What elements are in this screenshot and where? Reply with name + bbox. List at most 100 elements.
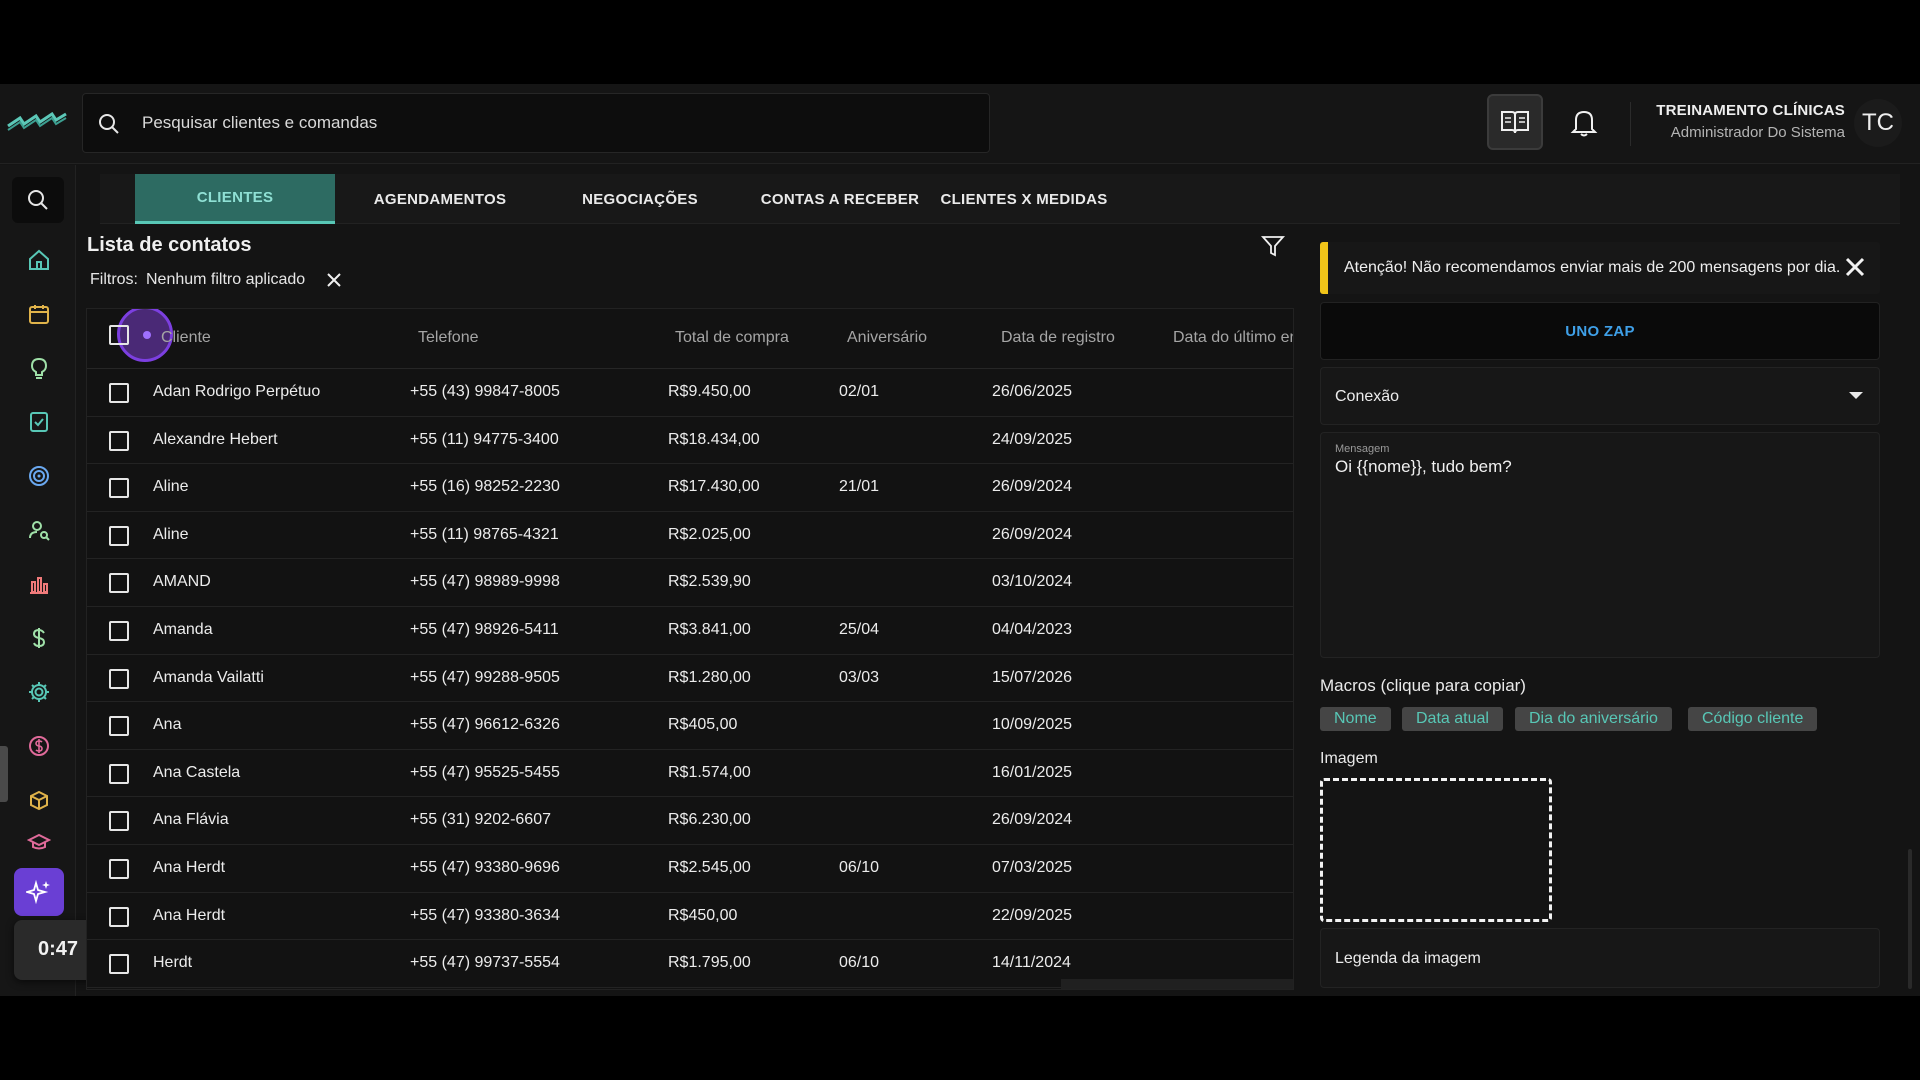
- message-value[interactable]: Oi {{nome}}, tudo bem?: [1335, 457, 1512, 477]
- tab-agendamentos[interactable]: AGENDAMENTOS: [340, 174, 540, 224]
- recording-timer: 0:47: [38, 938, 79, 960]
- column-header-aniversario[interactable]: Aniversário: [847, 329, 927, 347]
- sidebar-item-tasks[interactable]: [22, 405, 56, 439]
- column-header-total[interactable]: Total de compra: [675, 329, 789, 347]
- column-header-telefone[interactable]: Telefone: [418, 329, 479, 347]
- macro-chip-nome[interactable]: Nome: [1320, 707, 1391, 731]
- row-checkbox[interactable]: [109, 811, 129, 832]
- table-row[interactable]: Ana +55 (47) 96612-6326 R$405,00 10/09/2025: [87, 702, 1293, 750]
- cell-total: R$2.025,00: [668, 525, 751, 543]
- cell-total: R$1.795,00: [668, 954, 751, 972]
- row-checkbox[interactable]: [109, 668, 129, 689]
- macros-title: Macros (clique para copiar): [1320, 676, 1526, 695]
- column-header-data-registro[interactable]: Data de registro: [1001, 329, 1115, 347]
- table-row[interactable]: Ana Castela +55 (47) 95525-5455 R$1.574,00…: [87, 750, 1293, 798]
- macro-chip-codigo-cliente[interactable]: Código cliente: [1688, 707, 1818, 731]
- sidebar-item-clients[interactable]: [22, 513, 56, 547]
- row-checkbox[interactable]: [109, 954, 129, 975]
- table-row[interactable]: Adan Rodrigo Perpétuo +55 (43) 99847-8005…: [87, 369, 1293, 417]
- cell-registered: 26/09/2024: [992, 811, 1073, 829]
- sidebar-item-finance[interactable]: [22, 621, 56, 655]
- table-row[interactable]: Ana Herdt +55 (47) 93380-9696 R$2.545,00 06…: [87, 845, 1293, 893]
- sidebar-search-button[interactable]: [12, 177, 64, 223]
- table-row[interactable]: Aline +55 (11) 98765-4321 R$2.025,00 26/09/…: [87, 512, 1293, 560]
- sidebar-item-products[interactable]: [22, 783, 56, 817]
- cell-name: Ana Herdt: [153, 859, 226, 876]
- table-row[interactable]: AMAND +55 (47) 98989-9998 R$2.539,90 03/10/…: [87, 559, 1293, 607]
- notifications-button[interactable]: [1566, 104, 1602, 140]
- cell-phone: +55 (47) 98989-9998: [410, 573, 560, 591]
- row-checkbox[interactable]: [109, 859, 129, 879]
- tab-contas-a-receber[interactable]: CONTAS A RECEBER: [740, 174, 940, 224]
- checkbox[interactable]: [109, 325, 129, 345]
- book-button[interactable]: [1487, 94, 1543, 150]
- sidebar-item-home[interactable]: [22, 243, 56, 277]
- sidebar-item-goals[interactable]: [22, 459, 56, 493]
- search-bar[interactable]: Pesquisar clientes e comandas: [82, 93, 990, 153]
- cell-birthday: 25/04: [839, 621, 880, 638]
- tab-clientes[interactable]: CLIENTES: [135, 174, 335, 224]
- cell-phone: +55 (47) 95525-5455: [410, 763, 560, 781]
- sidebar-item-reports[interactable]: [22, 567, 56, 601]
- provider-button[interactable]: UNO ZAP: [1320, 302, 1880, 360]
- table-row[interactable]: Ana Flávia +55 (31) 9202-6607 R$6.230,00 26…: [87, 797, 1293, 845]
- vertical-scrollbar[interactable]: [1908, 849, 1912, 989]
- row-checkbox[interactable]: [109, 478, 129, 499]
- table-row[interactable]: Aline +55 (16) 98252-2230 R$17.430,00 21/01…: [87, 464, 1293, 512]
- row-checkbox[interactable]: [109, 573, 129, 594]
- image-caption-input[interactable]: Legenda da imagem: [1320, 928, 1880, 988]
- column-header-cliente[interactable]: Cliente: [161, 329, 211, 347]
- sidebar-item-courses[interactable]: [22, 833, 56, 853]
- logo[interactable]: [6, 112, 68, 132]
- checklist-icon: [30, 412, 48, 432]
- connection-select[interactable]: Conexão: [1320, 367, 1880, 425]
- table-row[interactable]: Amanda Vailatti +55 (47) 99288-9505 R$1.28…: [87, 655, 1293, 703]
- cell-name: Ana Castela: [153, 763, 241, 781]
- cell-name: Ana Herdt: [153, 906, 226, 924]
- row-checkbox[interactable]: [109, 383, 129, 403]
- cell-birthday: 21/01: [839, 478, 880, 496]
- cell-registered: 26/06/2025: [992, 383, 1073, 400]
- row-checkbox[interactable]: [109, 621, 129, 641]
- cell-phone: +55 (31) 9202-6607: [410, 811, 551, 829]
- ai-assistant-button[interactable]: [14, 868, 64, 916]
- row-checkbox[interactable]: [109, 763, 129, 784]
- sidebar-item-settings[interactable]: [22, 675, 56, 709]
- cell-name: Herdt: [153, 954, 193, 972]
- bar-chart-icon: [30, 577, 48, 594]
- tab-negociacoes[interactable]: NEGOCIAÇÕES: [540, 174, 740, 224]
- row-checkbox[interactable]: [109, 525, 129, 546]
- table-row[interactable]: Ana Herdt +55 (47) 93380-3634 R$450,00 22/0…: [87, 893, 1293, 941]
- cell-phone: +55 (47) 99737-5554: [410, 954, 560, 972]
- close-icon[interactable]: [1842, 254, 1868, 280]
- sidebar-item-calendar[interactable]: [22, 297, 56, 331]
- macro-chip-dia-aniversario[interactable]: Dia do aniversário: [1515, 707, 1672, 731]
- avatar[interactable]: TC: [1854, 99, 1902, 147]
- column-header-data-ultimo[interactable]: Data do último en: [1173, 329, 1293, 347]
- cell-name: Amanda: [153, 621, 213, 638]
- row-checkbox[interactable]: [109, 716, 129, 737]
- cell-total: R$405,00: [668, 716, 738, 734]
- search-input[interactable]: Pesquisar clientes e comandas: [142, 113, 377, 133]
- user-info[interactable]: TREINAMENTO CLÍNICAS Administrador Do Si…: [1656, 102, 1845, 141]
- tab-clientes-x-medidas[interactable]: CLIENTES X MEDIDAS: [934, 174, 1114, 224]
- macro-chip-data-atual[interactable]: Data atual: [1402, 707, 1503, 731]
- cell-phone: +55 (47) 99288-9505: [410, 668, 560, 686]
- table-row[interactable]: Alexandre Hebert +55 (11) 94775-3400 R$18.…: [87, 417, 1293, 465]
- cell-registered: 07/03/2025: [992, 859, 1073, 876]
- target-icon: [29, 466, 49, 486]
- filter-icon[interactable]: [1261, 234, 1285, 258]
- horizontal-scrollbar[interactable]: [1061, 979, 1293, 989]
- row-checkbox[interactable]: [109, 906, 129, 927]
- sidebar-item-payments[interactable]: [22, 729, 56, 763]
- row-checkbox[interactable]: [109, 430, 129, 451]
- cell-phone: +55 (11) 98765-4321: [410, 525, 559, 543]
- select-all-checkbox[interactable]: [99, 309, 173, 364]
- image-dropzone[interactable]: [1320, 778, 1552, 922]
- sidebar-item-ideas[interactable]: [22, 351, 56, 385]
- clear-filters-icon[interactable]: [324, 270, 344, 290]
- cell-name: Amanda Vailatti: [153, 668, 264, 686]
- cell-total: R$450,00: [668, 906, 738, 924]
- message-textarea[interactable]: Mensagem Oi {{nome}}, tudo bem?: [1320, 432, 1880, 658]
- table-row[interactable]: Amanda +55 (47) 98926-5411 R$3.841,00 25/04…: [87, 607, 1293, 655]
